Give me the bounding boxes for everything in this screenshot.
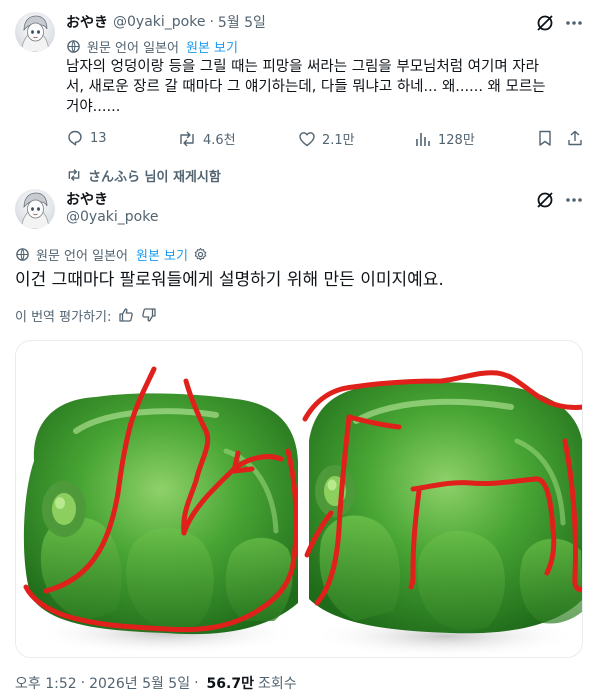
repost-icon xyxy=(66,168,82,182)
like-count: 2.1만 xyxy=(322,133,355,148)
repost-count: 4.6천 xyxy=(203,133,236,148)
share-icon xyxy=(566,129,584,147)
reply-button[interactable]: 13 xyxy=(66,129,107,147)
thumbs-down-icon[interactable] xyxy=(141,307,157,323)
handle[interactable]: @0yaki_poke xyxy=(113,14,205,30)
grok-icon[interactable] xyxy=(535,190,555,210)
views-count: 56.7만 xyxy=(206,676,254,692)
like-icon xyxy=(298,130,316,148)
display-name[interactable]: おやき xyxy=(66,189,108,209)
repost-button[interactable]: 4.6천 xyxy=(177,129,236,148)
show-original-link[interactable]: 원본 보기 xyxy=(186,37,238,56)
translation-bar: 원문 언어 일본어 원본 보기 xyxy=(15,245,208,264)
tweet-text-line: 남자의 엉덩이랑 등을 그릴 때는 피망을 써라는 그림을 부모님처럼 여기며 … xyxy=(66,59,539,75)
grok-icon[interactable] xyxy=(535,13,555,33)
rate-translation-label: 이 번역 평가하기: xyxy=(15,309,112,325)
tweet-header: おやき @0yaki_poke · 5월 5일 xyxy=(66,12,266,32)
tweet-time[interactable]: 오후 1:52 xyxy=(15,673,77,693)
translation-bar: 원문 언어 일본어 원본 보기 xyxy=(66,37,238,56)
bookmark-icon xyxy=(536,129,554,147)
like-button[interactable]: 2.1만 xyxy=(298,129,355,148)
views-icon xyxy=(414,130,432,148)
tweet-text-line: 서, 새로운 장르 갈 때마다 그 얘기하는데, 다들 뭐냐고 하네... 왜.… xyxy=(66,79,546,95)
views-label: 조회수 xyxy=(257,676,297,692)
avatar[interactable] xyxy=(15,189,55,229)
tweet-date[interactable]: 5월 5일 xyxy=(218,12,266,32)
show-original-link[interactable]: 원본 보기 xyxy=(136,245,188,264)
separator: · xyxy=(209,14,214,30)
bookmark-button[interactable] xyxy=(536,129,554,147)
repost-icon xyxy=(177,130,197,148)
translation-label: 원문 언어 일본어 xyxy=(87,40,179,56)
thumbs-up-icon[interactable] xyxy=(118,307,134,323)
pepper-image-back[interactable] xyxy=(16,341,298,657)
tweet-actions: 13 4.6천 2.1만 128만 xyxy=(66,129,586,153)
avatar[interactable] xyxy=(15,12,55,52)
tweet-date[interactable]: 2026년 5월 5일 xyxy=(89,673,190,693)
translate-icon xyxy=(15,247,30,262)
pepper-image-hip[interactable] xyxy=(301,341,582,657)
more-icon[interactable] xyxy=(563,13,585,33)
more-icon[interactable] xyxy=(563,190,585,210)
repost-notice-text[interactable]: さんふら 님이 재게시함 xyxy=(88,166,221,185)
repost-notice: さんふら 님이 재게시함 xyxy=(66,166,221,185)
views-button[interactable]: 128만 xyxy=(414,129,475,148)
translate-icon xyxy=(66,39,81,54)
tweet-text: 남자의 엉덩이랑 등을 그릴 때는 피망을 써라는 그림을 부모님처럼 여기며 … xyxy=(66,57,576,117)
tweet-text-line: 거야...... xyxy=(66,99,121,115)
tweet-text: 이건 그때마다 팔로워들에게 설명하기 위해 만든 이미지예요. xyxy=(15,270,444,290)
translation-label: 원문 언어 일본어 xyxy=(36,248,128,264)
separator: · xyxy=(194,675,199,691)
tweet-meta: 오후 1:52 · 2026년 5월 5일 · 56.7만 조회수 xyxy=(15,673,297,693)
reply-count: 13 xyxy=(90,130,107,146)
display-name[interactable]: おやき xyxy=(66,12,108,32)
separator: · xyxy=(80,675,86,691)
views-count: 128만 xyxy=(438,133,475,148)
share-button[interactable] xyxy=(566,129,584,147)
handle[interactable]: @0yaki_poke xyxy=(66,209,158,225)
gear-icon[interactable] xyxy=(193,247,208,262)
reply-icon xyxy=(66,129,84,147)
tweet-media[interactable] xyxy=(15,340,583,658)
rate-translation: 이 번역 평가하기: xyxy=(15,306,157,325)
